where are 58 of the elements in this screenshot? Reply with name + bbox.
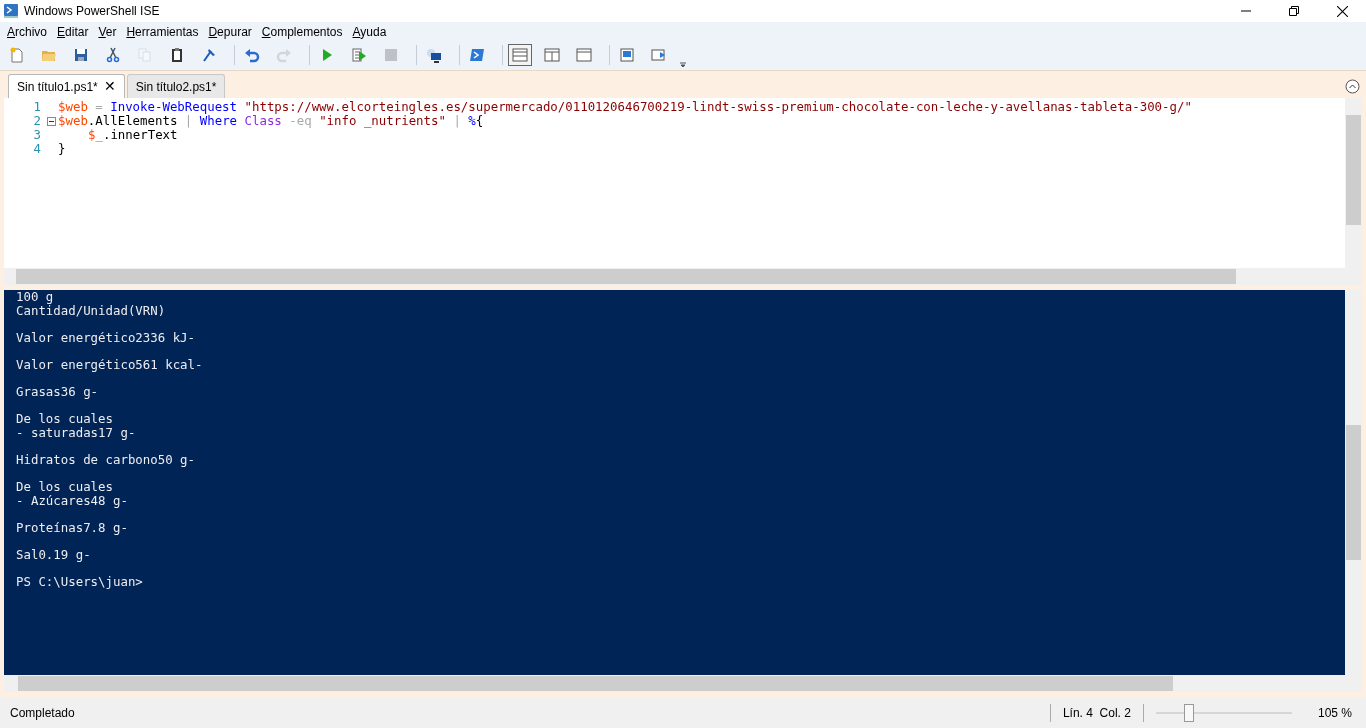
- code-line: $web = Invoke-WebRequest "https://www.elcorteingles.es/supermercado/0110120646700219-lindt-swiss-premium-chocolate-con-leche-y-avellanas-tableta-300-g/": [58, 100, 1192, 114]
- window-title: Windows PowerShell ISE: [24, 3, 160, 20]
- zoom-slider[interactable]: [1155, 704, 1292, 722]
- console-output-line: Hidratos de carbono50 g-: [16, 453, 197, 467]
- clipboard-icon[interactable]: [169, 47, 185, 63]
- app-icon: [3, 3, 19, 19]
- overflow-icon[interactable]: [679, 60, 687, 68]
- console-output-line: Cantidad/Unidad(VRN): [16, 303, 167, 318]
- collapse-icon[interactable]: [1345, 79, 1360, 94]
- line-number: 3: [32, 128, 42, 142]
- restore-icon[interactable]: [1289, 6, 1299, 16]
- console-output-line: Valor energético561 kcal-: [16, 357, 204, 372]
- line-number: 2: [32, 114, 42, 128]
- console-output-line: 100 g: [16, 290, 55, 304]
- console-output-line: Valor energético2336 kJ-: [16, 330, 197, 345]
- code-line: $_.innerText: [87, 128, 178, 142]
- line-number: 1: [32, 100, 42, 114]
- console-output-line: De los cuales: [16, 412, 114, 426]
- menu-item[interactable]: Editar: [53, 23, 93, 41]
- menu-item[interactable]: Herramientas: [122, 23, 203, 41]
- console-output-line: De los cuales: [16, 480, 114, 494]
- vertical-scrollbar[interactable]: [1345, 290, 1362, 692]
- line-number: 4: [32, 142, 42, 156]
- run-selection-icon[interactable]: [351, 47, 367, 63]
- menu-item[interactable]: Archivo: [3, 23, 52, 41]
- menu-item[interactable]: Depurar: [204, 23, 256, 41]
- console-output-line: - Azúcares48 g-: [16, 493, 129, 508]
- file-tab[interactable]: Sin título2.ps1*: [126, 74, 226, 98]
- close-icon[interactable]: [1337, 5, 1348, 17]
- menu-item[interactable]: Ayuda: [348, 23, 391, 41]
- menu-item[interactable]: Ver: [94, 23, 121, 41]
- powershell-icon[interactable]: [469, 47, 485, 63]
- show-console-pane-icon[interactable]: [651, 47, 667, 63]
- show-script-pane-icon[interactable]: [619, 47, 635, 63]
- undo-icon[interactable]: [244, 47, 260, 63]
- slider-thumb[interactable]: [1183, 704, 1194, 722]
- vertical-scrollbar[interactable]: [1345, 98, 1362, 285]
- save-icon[interactable]: [73, 47, 89, 63]
- scissors-icon[interactable]: [105, 47, 121, 63]
- console-output-line: Grasas36 g-: [16, 385, 100, 399]
- zoom-level: 105 %: [1317, 705, 1352, 722]
- cursor-position: Lín. 4 Col. 2: [1062, 705, 1131, 722]
- computer-icon[interactable]: [426, 47, 442, 63]
- console-output-line: Proteínas7.8 g-: [16, 521, 129, 535]
- horizontal-scrollbar[interactable]: [4, 675, 1345, 692]
- console-output-line: Sal0.19 g-: [16, 548, 92, 562]
- code-line: }: [58, 142, 66, 156]
- horizontal-scrollbar[interactable]: [4, 268, 1345, 285]
- collapse-box-icon[interactable]: [46, 116, 56, 126]
- console-output-line: PS C:\Users\juan>: [16, 575, 144, 590]
- menu-item[interactable]: Complementos: [257, 23, 347, 41]
- new-file-icon[interactable]: [9, 47, 25, 63]
- code-line: $web.AllElements | Where Class -eq "info _nutrients" | %{: [58, 114, 484, 128]
- file-tab[interactable]: Sin título1.ps1* ✕: [8, 74, 125, 98]
- close-tab-button[interactable]: ✕: [103, 76, 116, 97]
- console-output-line: - saturadas17 g-: [16, 425, 137, 440]
- broom-icon[interactable]: [201, 47, 217, 63]
- status-text: Completado: [10, 705, 75, 722]
